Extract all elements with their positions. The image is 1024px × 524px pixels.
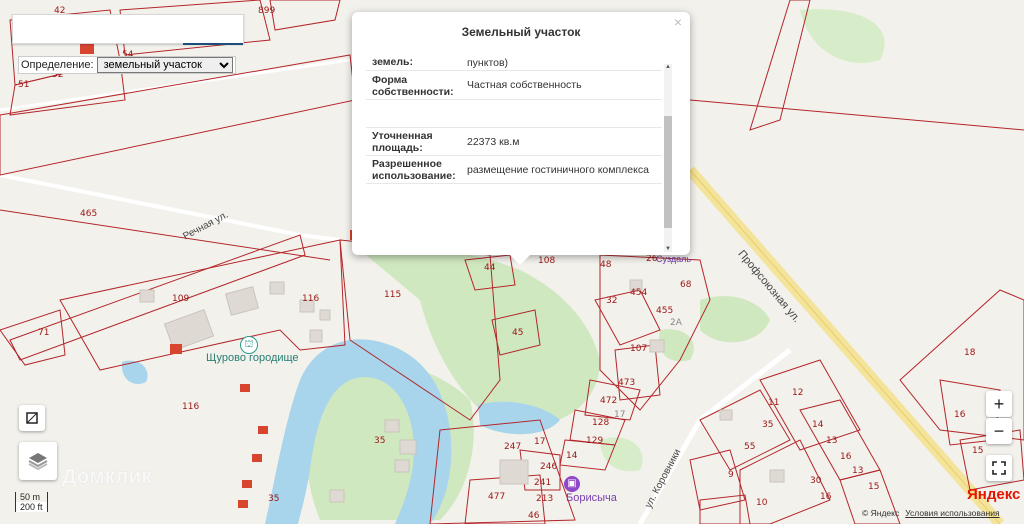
plot-label: 12: [792, 388, 804, 398]
plot-label: 128: [592, 418, 610, 428]
plot-label: 35: [374, 436, 386, 446]
popup-row-key: земель:: [372, 56, 414, 68]
plot-label: 18: [964, 348, 976, 358]
popup-scrollbar[interactable]: ▲ ▼: [664, 64, 672, 252]
poi-borisycha[interactable]: Борисыча: [566, 492, 617, 504]
terms-link[interactable]: Условия использования: [905, 508, 999, 518]
definition-select[interactable]: земельный участок: [96, 57, 233, 73]
plot-label: 68: [680, 280, 692, 290]
poi-shchurovo[interactable]: Щурово городище: [206, 352, 299, 364]
popup-row-value: пунктов): [467, 57, 509, 69]
plot-label: 71: [38, 328, 50, 338]
plot-label: 465: [80, 209, 98, 219]
ruler-icon: [26, 412, 38, 424]
scale-metric: 50 m: [15, 492, 48, 502]
search-focus-line: [183, 43, 243, 45]
plot-label: 35: [268, 494, 280, 504]
scale-bar: 50 m 200 ft: [15, 492, 48, 512]
yandex-logo[interactable]: Яндекс: [967, 486, 1020, 503]
plot-label: 16: [954, 410, 966, 420]
plot-label: 46: [528, 511, 540, 521]
popup-title: Земельный участок: [461, 25, 581, 39]
plot-label: 13: [826, 436, 838, 446]
close-icon[interactable]: ×: [674, 14, 682, 30]
plot-label: 17: [534, 437, 546, 447]
plot-label: 2A: [670, 318, 682, 328]
domclick-watermark: Домклик: [62, 466, 153, 488]
plot-label: 15: [868, 482, 880, 492]
definition-selector: Определение: земельный участок: [18, 56, 236, 74]
plot-label: 213: [536, 494, 554, 504]
parcel-info-popup: Земельный участок × земель: пунктов) Фор…: [352, 12, 690, 265]
popup-row-value: 22373 кв.м: [467, 136, 520, 148]
plot-label: 9: [728, 470, 734, 480]
plot-label: 17: [614, 410, 626, 420]
zoom-in-button[interactable]: +: [986, 391, 1012, 417]
plot-label: 16: [840, 452, 852, 462]
definition-label: Определение:: [21, 59, 94, 71]
scrollbar-thumb[interactable]: [664, 116, 672, 228]
plot-label: 44: [484, 263, 496, 273]
plot-label: 51: [18, 80, 30, 90]
popup-row-key: Разрешенное использование:: [372, 158, 456, 182]
scroll-up-icon[interactable]: ▲: [664, 64, 672, 70]
plot-label: 116: [182, 402, 200, 412]
plot-label: 30: [810, 476, 822, 486]
plot-label: 55: [744, 442, 756, 452]
layers-button[interactable]: [19, 442, 57, 480]
plot-label: 48: [600, 260, 612, 270]
plot-label: 241: [534, 478, 552, 488]
ruler-button[interactable]: [19, 405, 45, 431]
plot-label: 246: [540, 462, 558, 472]
plot-label: 107: [630, 344, 648, 354]
plot-label: 116: [302, 294, 320, 304]
plot-label: 899: [258, 6, 276, 16]
plot-label: 13: [852, 466, 864, 476]
popup-row-key: Уточненная площадь:: [372, 130, 433, 154]
plot-label: 108: [538, 256, 556, 266]
plot-label: 109: [172, 294, 190, 304]
poi-suzdal[interactable]: Суздаль: [656, 254, 691, 264]
plot-label: 472: [600, 396, 618, 406]
plot-label: 14: [812, 420, 824, 430]
plot-label: 454: [630, 288, 648, 298]
attribution: © Яндекс Условия использования: [862, 508, 1000, 518]
plot-label: 16: [820, 492, 832, 502]
plot-label: 45: [512, 328, 524, 338]
plot-label: 15: [972, 446, 984, 456]
plot-label: 11: [768, 398, 780, 408]
scroll-down-icon[interactable]: ▼: [664, 246, 672, 252]
plot-label: 35: [762, 420, 774, 430]
plot-label: 247: [504, 442, 522, 452]
plot-label: 477: [488, 492, 506, 502]
fullscreen-icon: [992, 461, 1006, 475]
hotel-icon[interactable]: ▣: [564, 476, 580, 492]
scale-imperial: 200 ft: [15, 502, 48, 512]
fullscreen-button[interactable]: [986, 455, 1012, 481]
search-input[interactable]: [12, 14, 244, 45]
popup-row-value: размещение гостиничного комплекса: [467, 164, 649, 176]
layers-icon: [28, 453, 48, 471]
plot-label: 10: [756, 498, 768, 508]
plot-label: 129: [586, 436, 604, 446]
popup-row-key: Форма собственности:: [372, 74, 454, 98]
plot-label: 115: [384, 290, 402, 300]
zoom-out-button[interactable]: −: [986, 418, 1012, 444]
popup-row-value: Частная собственность: [467, 79, 582, 91]
plot-label: 32: [606, 296, 618, 306]
yandex-logo-text: Яндекс: [967, 486, 1021, 503]
popup-content[interactable]: земель: пунктов) Форма собственности: Ча…: [366, 54, 668, 240]
plot-label: 473: [618, 378, 636, 388]
plot-label: 455: [656, 306, 674, 316]
copyright-text: © Яндекс: [862, 508, 900, 518]
plot-label: 14: [566, 451, 578, 461]
